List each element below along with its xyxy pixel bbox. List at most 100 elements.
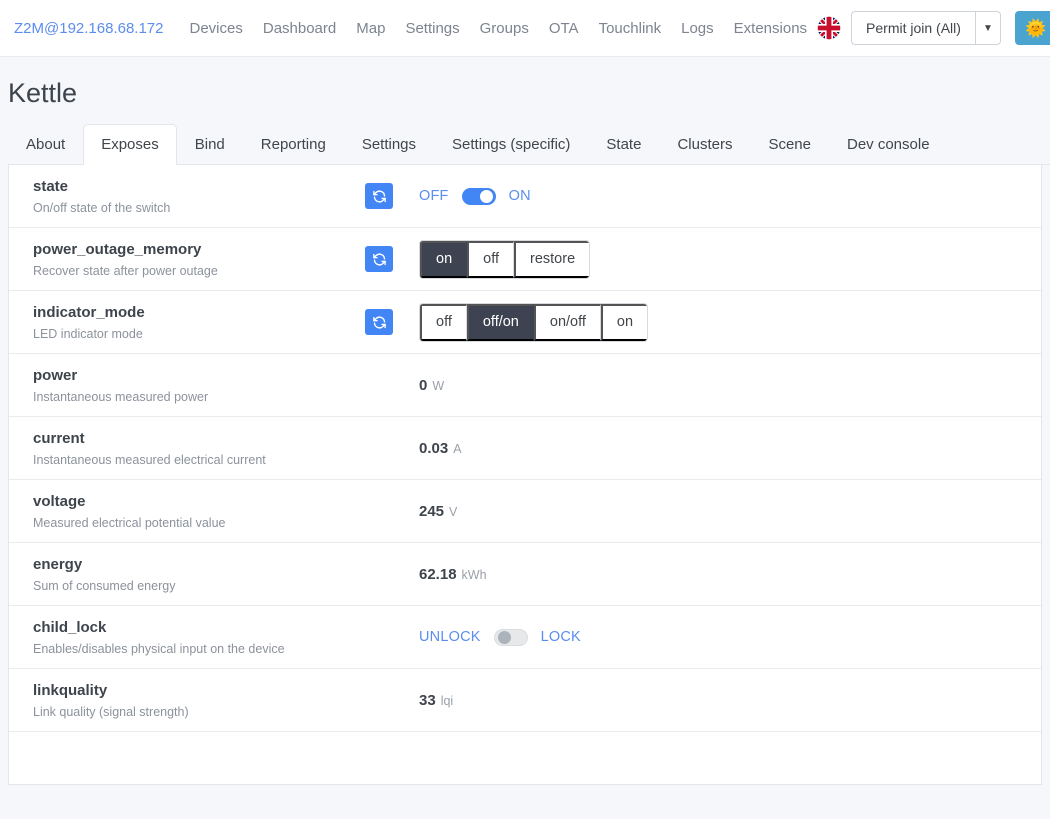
top-navbar: Z2M@192.168.68.172 DevicesDashboardMapSe… [0,0,1050,57]
expose-label-power: powerInstantaneous measured power [33,366,365,406]
button-group-indicator_mode: offoff/onon/offon [419,303,648,342]
expose-label-indicator_mode: indicator_mode LED indicator mode [33,303,365,343]
expose-description: Instantaneous measured electrical curren… [33,452,365,468]
nav-link-dashboard[interactable]: Dashboard [253,14,346,43]
nav-link-devices[interactable]: Devices [180,14,253,43]
value-unit: V [449,505,457,519]
chevron-down-icon[interactable]: ▼ [975,11,1001,45]
expose-control-power: 0W [365,377,1041,394]
expose-row-voltage: voltage Measured electrical potential val… [9,480,1041,543]
expose-description: On/off state of the switch [33,200,365,216]
nav-link-ota[interactable]: OTA [539,14,589,43]
refresh-icon[interactable] [365,183,393,209]
uk-flag-icon[interactable] [817,16,841,40]
expose-control-voltage: 245 V [365,503,1041,520]
theme-toggle-glyph: 🌞 [1025,20,1046,37]
tab-bind[interactable]: Bind [177,124,243,165]
value-number: 0.03 [419,440,448,457]
tab-clusters[interactable]: Clusters [659,124,750,165]
expose-label-voltage: voltage Measured electrical potential val… [33,492,365,532]
expose-row-power: powerInstantaneous measured power0W [9,354,1041,417]
brand-link[interactable]: Z2M@192.168.68.172 [14,20,164,37]
nav-link-groups[interactable]: Groups [470,14,539,43]
value-display-linkquality: 33lqi [419,692,453,709]
nav-link-logs[interactable]: Logs [671,14,724,43]
expose-control-state: OFF ON [365,183,1041,209]
expose-label-state: state On/off state of the switch [33,177,365,217]
tab-reporting[interactable]: Reporting [243,124,344,165]
expose-control-energy: 62.18 kWh [365,566,1041,583]
expose-name: state [33,177,365,197]
option-button[interactable]: on [601,304,647,341]
permit-join-group[interactable]: Permit join (All) ▼ [851,11,1001,45]
expose-label-energy: energySum of consumed energy [33,555,365,595]
value-unit: W [432,379,444,393]
switch-off-label[interactable]: OFF [419,188,449,204]
sun-icon[interactable]: 🌞 [1015,11,1050,45]
value-unit: kWh [462,568,487,582]
tab-settings-specific[interactable]: Settings (specific) [434,124,588,165]
tab-state[interactable]: State [588,124,659,165]
expose-description: Link quality (signal strength) [33,704,365,720]
button-group-power_outage_memory: onoffrestore [419,240,590,279]
permit-join-button[interactable]: Permit join (All) [851,11,975,45]
expose-control-indicator_mode: offoff/onon/offon [365,303,1041,342]
expose-row-energy: energySum of consumed energy 62.18 kWh [9,543,1041,606]
value-unit: lqi [441,694,454,708]
switch-wrapper-child_lock: UNLOCK LOCK [419,629,581,646]
option-button[interactable]: off/on [467,304,534,341]
page-title: Kettle [8,77,1050,109]
expose-control-linkquality: 33lqi [365,692,1041,709]
nav-link-map[interactable]: Map [346,14,395,43]
expose-name: indicator_mode [33,303,365,323]
tab-settings[interactable]: Settings [344,124,434,165]
option-button[interactable]: off [467,241,514,278]
expose-row-power_outage_memory: power_outage_memory Recover state after p… [9,228,1041,291]
value-number: 0 [419,377,427,394]
expose-name: power_outage_memory [33,240,365,260]
refresh-icon[interactable] [365,309,393,335]
refresh-icon[interactable] [365,246,393,272]
navbar-right-controls: Permit join (All) ▼ 🌞 [817,11,1050,45]
device-tabs: AboutExposesBindReportingSettingsSetting… [8,123,1050,165]
toggle-switch-child_lock[interactable] [494,629,528,646]
nav-link-settings[interactable]: Settings [395,14,469,43]
tab-dev-console[interactable]: Dev console [829,124,948,165]
expose-description: Recover state after power outage [33,263,365,279]
exposes-list: state On/off state of the switch OFF ON powe… [9,165,1041,732]
option-button[interactable]: restore [514,241,589,278]
switch-on-label[interactable]: LOCK [541,629,581,645]
nav-link-extensions[interactable]: Extensions [724,14,817,43]
switch-wrapper-state: OFF ON [419,188,531,205]
nav-link-touchlink[interactable]: Touchlink [589,14,672,43]
expose-description: LED indicator mode [33,326,365,342]
expose-row-state: state On/off state of the switch OFF ON [9,165,1041,228]
option-button[interactable]: on/off [534,304,601,341]
expose-control-current: 0.03 A [365,440,1041,457]
expose-description: Instantaneous measured power [33,389,365,405]
value-display-energy: 62.18 kWh [419,566,487,583]
toggle-switch-state[interactable] [462,188,496,205]
expose-name: child_lock [33,618,365,638]
switch-off-label[interactable]: UNLOCK [419,629,481,645]
expose-name: linkquality [33,681,365,701]
tab-scene[interactable]: Scene [750,124,829,165]
expose-row-current: current Instantaneous measured electrical… [9,417,1041,480]
expose-control-child_lock: UNLOCK LOCK [365,629,1041,646]
option-button[interactable]: on [420,241,467,278]
expose-name: voltage [33,492,365,512]
option-button[interactable]: off [420,304,467,341]
expose-description: Measured electrical potential value [33,515,365,531]
value-number: 62.18 [419,566,457,583]
tab-about[interactable]: About [8,124,83,165]
expose-description: Enables/disables physical input on the d… [33,641,365,657]
toggle-knob [498,631,511,644]
switch-on-label[interactable]: ON [509,188,531,204]
value-unit: A [453,442,461,456]
expose-name: current [33,429,365,449]
tab-exposes[interactable]: Exposes [83,124,177,165]
nav-links: DevicesDashboardMapSettingsGroupsOTATouc… [180,14,818,43]
value-number: 245 [419,503,444,520]
exposes-card: state On/off state of the switch OFF ON powe… [8,165,1042,785]
expose-name: energy [33,555,365,575]
